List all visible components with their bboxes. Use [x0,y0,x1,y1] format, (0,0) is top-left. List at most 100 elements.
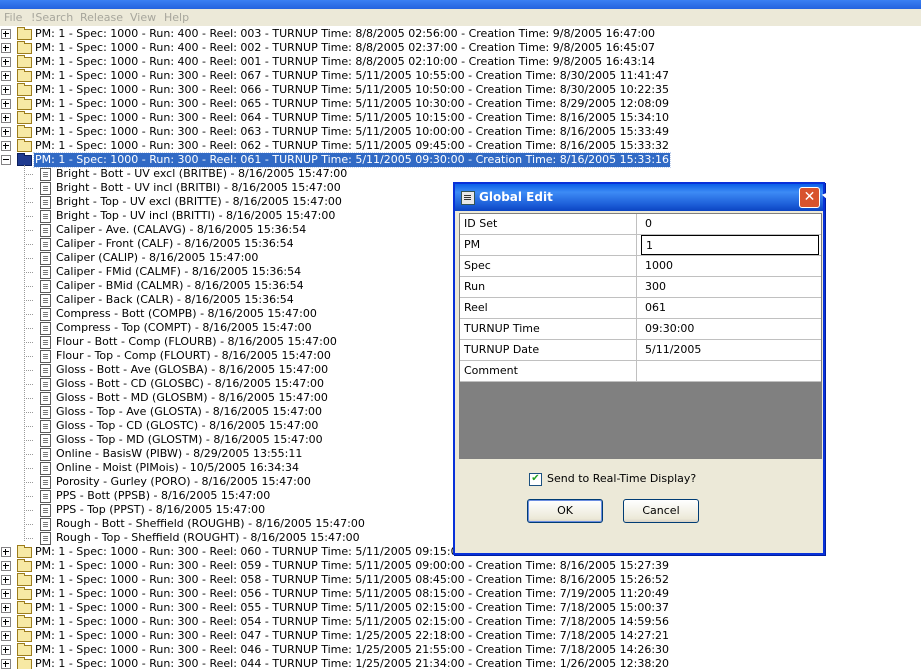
expand-icon[interactable] [1,603,11,613]
expand-icon[interactable] [1,645,11,655]
folder-icon [17,111,32,124]
tree-connector [24,188,33,189]
document-icon [40,182,51,195]
tree-test-node[interactable]: Bright - Bott - UV excl (BRITBE) - 8/16/… [0,167,921,181]
grid-row[interactable]: Spec 1000 [460,256,821,277]
field-value[interactable]: 0 [641,214,819,234]
tree-node-label: PM: 1 - Spec: 1000 - Run: 300 - Reel: 06… [35,111,670,124]
tree-connector [24,286,33,287]
collapse-icon[interactable] [1,155,11,165]
field-value[interactable] [641,361,819,381]
field-value[interactable]: 061 [641,298,819,318]
menu-help[interactable]: Help [164,11,189,24]
grid-row[interactable]: Run 300 [460,277,821,298]
menu-release[interactable]: Release [80,11,123,24]
field-value[interactable]: 1000 [641,256,819,276]
grid-row[interactable]: ID Set 0 [460,214,821,235]
ok-button[interactable]: OK [527,499,603,523]
folder-icon [17,27,32,40]
tree-node-label: Caliper - FMid (CALMF) - 8/16/2005 15:36… [56,265,302,278]
tree-node-label: PM: 1 - Spec: 1000 - Run: 300 - Reel: 06… [35,139,670,152]
folder-icon [17,601,32,614]
folder-icon [17,629,32,642]
tree-node-label: PM: 1 - Spec: 1000 - Run: 300 - Reel: 04… [35,629,670,642]
field-value[interactable]: 09:30:00 [641,319,819,339]
document-icon [40,350,51,363]
tree-reel-node[interactable]: PM: 1 - Spec: 1000 - Run: 300 - Reel: 06… [0,152,921,168]
tree-reel-node[interactable]: PM: 1 - Spec: 1000 - Run: 400 - Reel: 00… [0,41,921,55]
menu-view[interactable]: View [130,11,156,24]
tree-connector [24,482,33,483]
document-icon [40,322,51,335]
tree-reel-node[interactable]: PM: 1 - Spec: 1000 - Run: 300 - Reel: 05… [0,573,921,587]
document-icon [40,336,51,349]
send-realtime-checkbox[interactable]: ✔ [529,473,542,486]
tree-node-label: Caliper - Ave. (CALAVG) - 8/16/2005 15:3… [56,223,307,236]
tree-reel-node[interactable]: PM: 1 - Spec: 1000 - Run: 300 - Reel: 06… [0,139,921,153]
tree-node-label: Bright - Bott - UV incl (BRITBI) - 8/16/… [56,181,341,194]
expand-icon[interactable] [1,561,11,571]
tree-node-label: Gloss - Bott - CD (GLOSBC) - 8/16/2005 1… [56,377,325,390]
cancel-button[interactable]: Cancel [623,499,699,523]
tree-reel-node[interactable]: PM: 1 - Spec: 1000 - Run: 400 - Reel: 00… [0,55,921,69]
grid-row[interactable]: PM 1 [460,235,821,256]
close-button[interactable]: ✕ [799,187,820,208]
folder-icon [17,545,32,558]
grid-row[interactable]: Reel 061 [460,298,821,319]
tree-reel-node[interactable]: PM: 1 - Spec: 1000 - Run: 300 - Reel: 04… [0,629,921,643]
grid-row[interactable]: TURNUP Time 09:30:00 [460,319,821,340]
tree-connector [24,468,33,469]
tree-reel-node[interactable]: PM: 1 - Spec: 1000 - Run: 400 - Reel: 00… [0,27,921,41]
tree-reel-node[interactable]: PM: 1 - Spec: 1000 - Run: 300 - Reel: 06… [0,97,921,111]
document-icon [40,224,51,237]
folder-icon [17,615,32,628]
document-icon [40,406,51,419]
tree-node-label: Bright - Bott - UV excl (BRITBE) - 8/16/… [56,167,348,180]
expand-icon[interactable] [1,43,11,53]
field-value[interactable]: 300 [641,277,819,297]
expand-icon[interactable] [1,589,11,599]
tree-reel-node[interactable]: PM: 1 - Spec: 1000 - Run: 300 - Reel: 05… [0,615,921,629]
tree-reel-node[interactable]: PM: 1 - Spec: 1000 - Run: 300 - Reel: 06… [0,111,921,125]
folder-icon [17,643,32,656]
field-label: Comment [460,361,637,381]
tree-reel-node[interactable]: PM: 1 - Spec: 1000 - Run: 300 - Reel: 06… [0,69,921,83]
expand-icon[interactable] [1,617,11,627]
field-edit-input[interactable]: 1 [641,235,819,255]
tree-node-label: Gloss - Top - MD (GLOSTM) - 8/16/2005 15… [56,433,323,446]
expand-icon[interactable] [1,57,11,67]
tree-reel-node[interactable]: PM: 1 - Spec: 1000 - Run: 300 - Reel: 05… [0,559,921,573]
grid-row[interactable]: Comment [460,361,821,382]
tree-reel-node[interactable]: PM: 1 - Spec: 1000 - Run: 300 - Reel: 06… [0,125,921,139]
tree-connector [24,272,33,273]
global-edit-dialog: Global Edit ✕ ID Set 0 PM 1 Spec 1000 Run 300 Re… [453,182,825,555]
expand-icon[interactable] [1,29,11,39]
tree-reel-node[interactable]: PM: 1 - Spec: 1000 - Run: 300 - Reel: 04… [0,643,921,657]
dialog-title: Global Edit [479,190,553,204]
tree-connector [24,496,33,497]
expand-icon[interactable] [1,113,11,123]
tree-reel-node[interactable]: PM: 1 - Spec: 1000 - Run: 300 - Reel: 05… [0,587,921,601]
expand-icon[interactable] [1,575,11,585]
tree-reel-node[interactable]: PM: 1 - Spec: 1000 - Run: 300 - Reel: 05… [0,601,921,615]
expand-icon[interactable] [1,127,11,137]
document-icon [40,364,51,377]
tree-connector [24,398,33,399]
tree-reel-node[interactable]: PM: 1 - Spec: 1000 - Run: 300 - Reel: 04… [0,657,921,669]
field-value[interactable]: 5/11/2005 [641,340,819,360]
expand-icon[interactable] [1,659,11,669]
menu-search[interactable]: !Search [31,11,73,24]
document-icon [40,462,51,475]
expand-icon[interactable] [1,547,11,557]
tree-connector [24,356,33,357]
menu-file[interactable]: File [4,11,22,24]
expand-icon[interactable] [1,141,11,151]
tree-connector [24,440,33,441]
expand-icon[interactable] [1,99,11,109]
dialog-titlebar[interactable]: Global Edit ✕ [455,184,823,211]
expand-icon[interactable] [1,631,11,641]
tree-reel-node[interactable]: PM: 1 - Spec: 1000 - Run: 300 - Reel: 06… [0,83,921,97]
grid-row[interactable]: TURNUP Date 5/11/2005 [460,340,821,361]
expand-icon[interactable] [1,85,11,95]
expand-icon[interactable] [1,71,11,81]
